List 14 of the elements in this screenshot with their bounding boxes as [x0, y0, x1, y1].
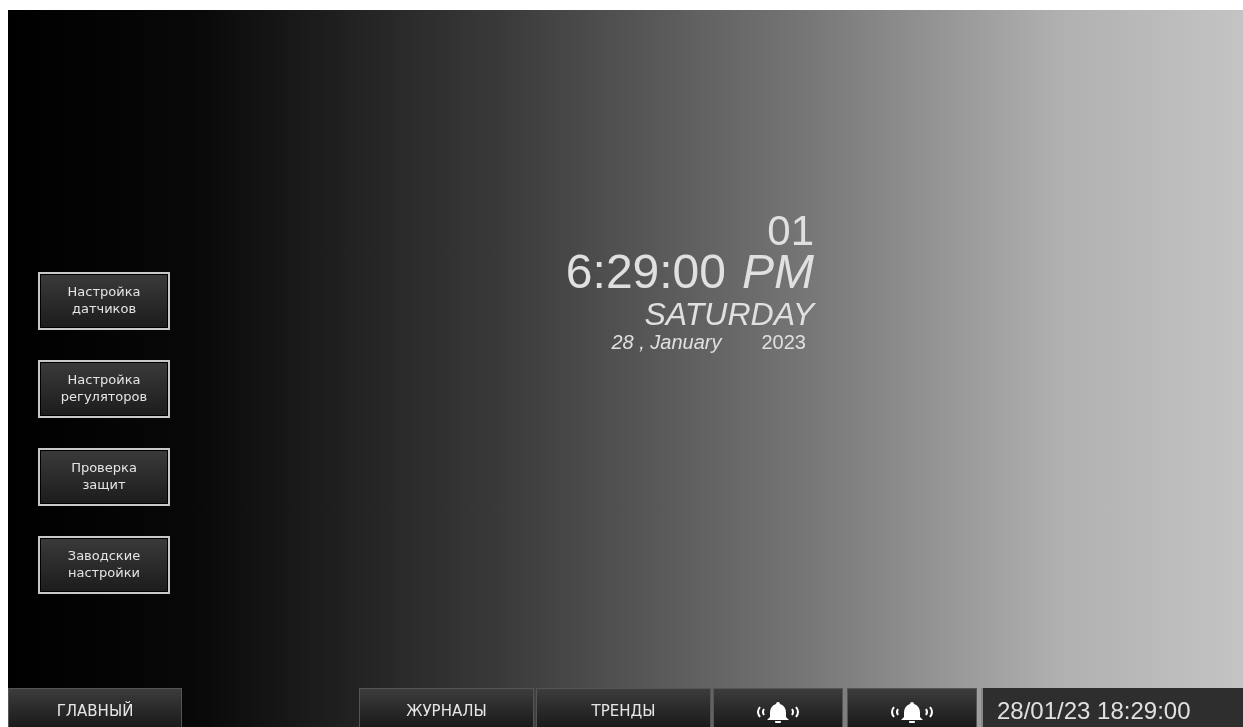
menu-button[interactable]: Заводские настройки [38, 536, 170, 594]
menu-button[interactable]: Проверка защит [38, 448, 170, 506]
nav-button[interactable]: ГЛАВНЫЙ [8, 688, 182, 727]
clock-weekday: SATURDAY [644, 298, 814, 330]
clock-date: 28 , January [611, 332, 722, 352]
date-time-display: 28/01/23 18:29:00 [981, 688, 1243, 727]
nav-button[interactable]: ЖУРНАЛЫ [359, 688, 534, 727]
menu-button[interactable]: Настройка регуляторов [38, 360, 170, 418]
menu-button[interactable]: Настройка датчиков [38, 272, 170, 330]
clock-year: 2023 [761, 332, 806, 352]
clock-time: 6:29:00 [565, 248, 726, 296]
alarm-button[interactable] [713, 688, 843, 727]
nav-button[interactable]: ТРЕНДЫ [536, 688, 711, 727]
alarm-button[interactable] [847, 688, 977, 727]
